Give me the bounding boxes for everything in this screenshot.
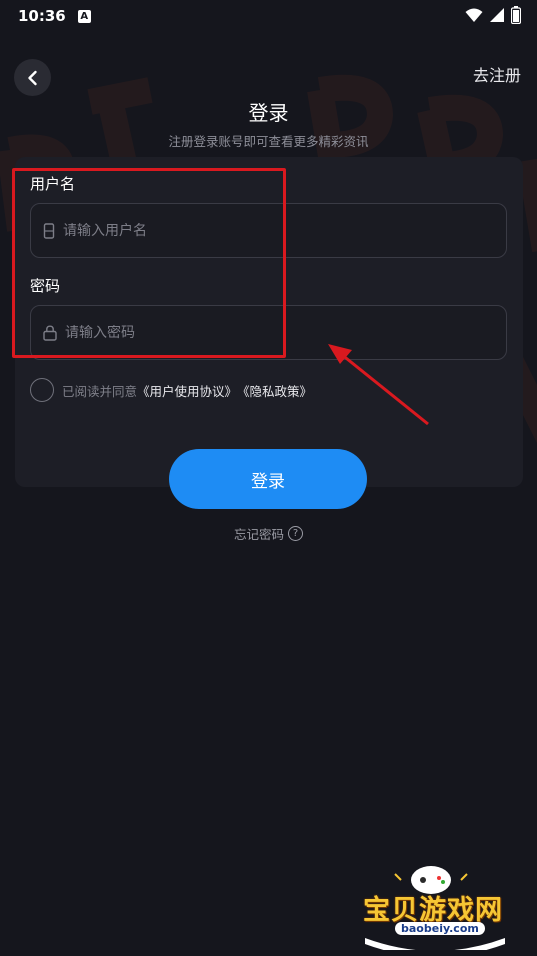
help-icon: ?: [288, 526, 303, 541]
username-field[interactable]: [30, 203, 507, 258]
status-icons: [465, 6, 521, 24]
forgot-password-label: 忘记密码: [233, 527, 284, 542]
gamepad-icon: [365, 866, 505, 956]
login-button[interactable]: 登录: [169, 449, 367, 509]
site-name: 宝贝游戏网: [363, 895, 503, 926]
password-input[interactable]: [65, 324, 465, 341]
password-field[interactable]: [30, 305, 507, 360]
agreement-prefix: 已阅读并同意: [62, 383, 138, 399]
user-agreement-link[interactable]: 《用户使用协议》: [137, 381, 237, 400]
agreement-row: 已阅读并同意 《用户使用协议》 《隐私政策》: [30, 378, 312, 402]
battery-icon: [511, 6, 521, 24]
forgot-password-link[interactable]: 忘记密码 ?: [0, 524, 537, 543]
password-label: 密码: [30, 277, 61, 295]
site-url: baobeiy.com: [395, 922, 485, 935]
page-subtitle: 注册登录账号即可查看更多精彩资讯: [168, 134, 369, 149]
username-input[interactable]: [63, 222, 463, 239]
page-title: 登录: [248, 101, 289, 125]
wifi-icon: [465, 8, 483, 22]
username-label: 用户名: [30, 175, 76, 193]
agreement-checkbox[interactable]: [30, 378, 54, 402]
register-link[interactable]: 去注册: [473, 62, 521, 86]
notification-a-icon: A: [77, 9, 91, 23]
lock-icon: [43, 324, 57, 341]
back-button[interactable]: [14, 59, 51, 96]
privacy-policy-link[interactable]: 《隐私政策》: [237, 381, 312, 400]
signal-icon: [490, 8, 504, 22]
status-bar: 10:36 A: [0, 0, 537, 32]
phone-icon: [43, 222, 55, 239]
chevron-left-icon: [27, 70, 37, 85]
site-watermark-logo: 宝贝游戏网 baobeiy.com: [355, 860, 515, 956]
status-time: 10:36: [18, 7, 66, 25]
